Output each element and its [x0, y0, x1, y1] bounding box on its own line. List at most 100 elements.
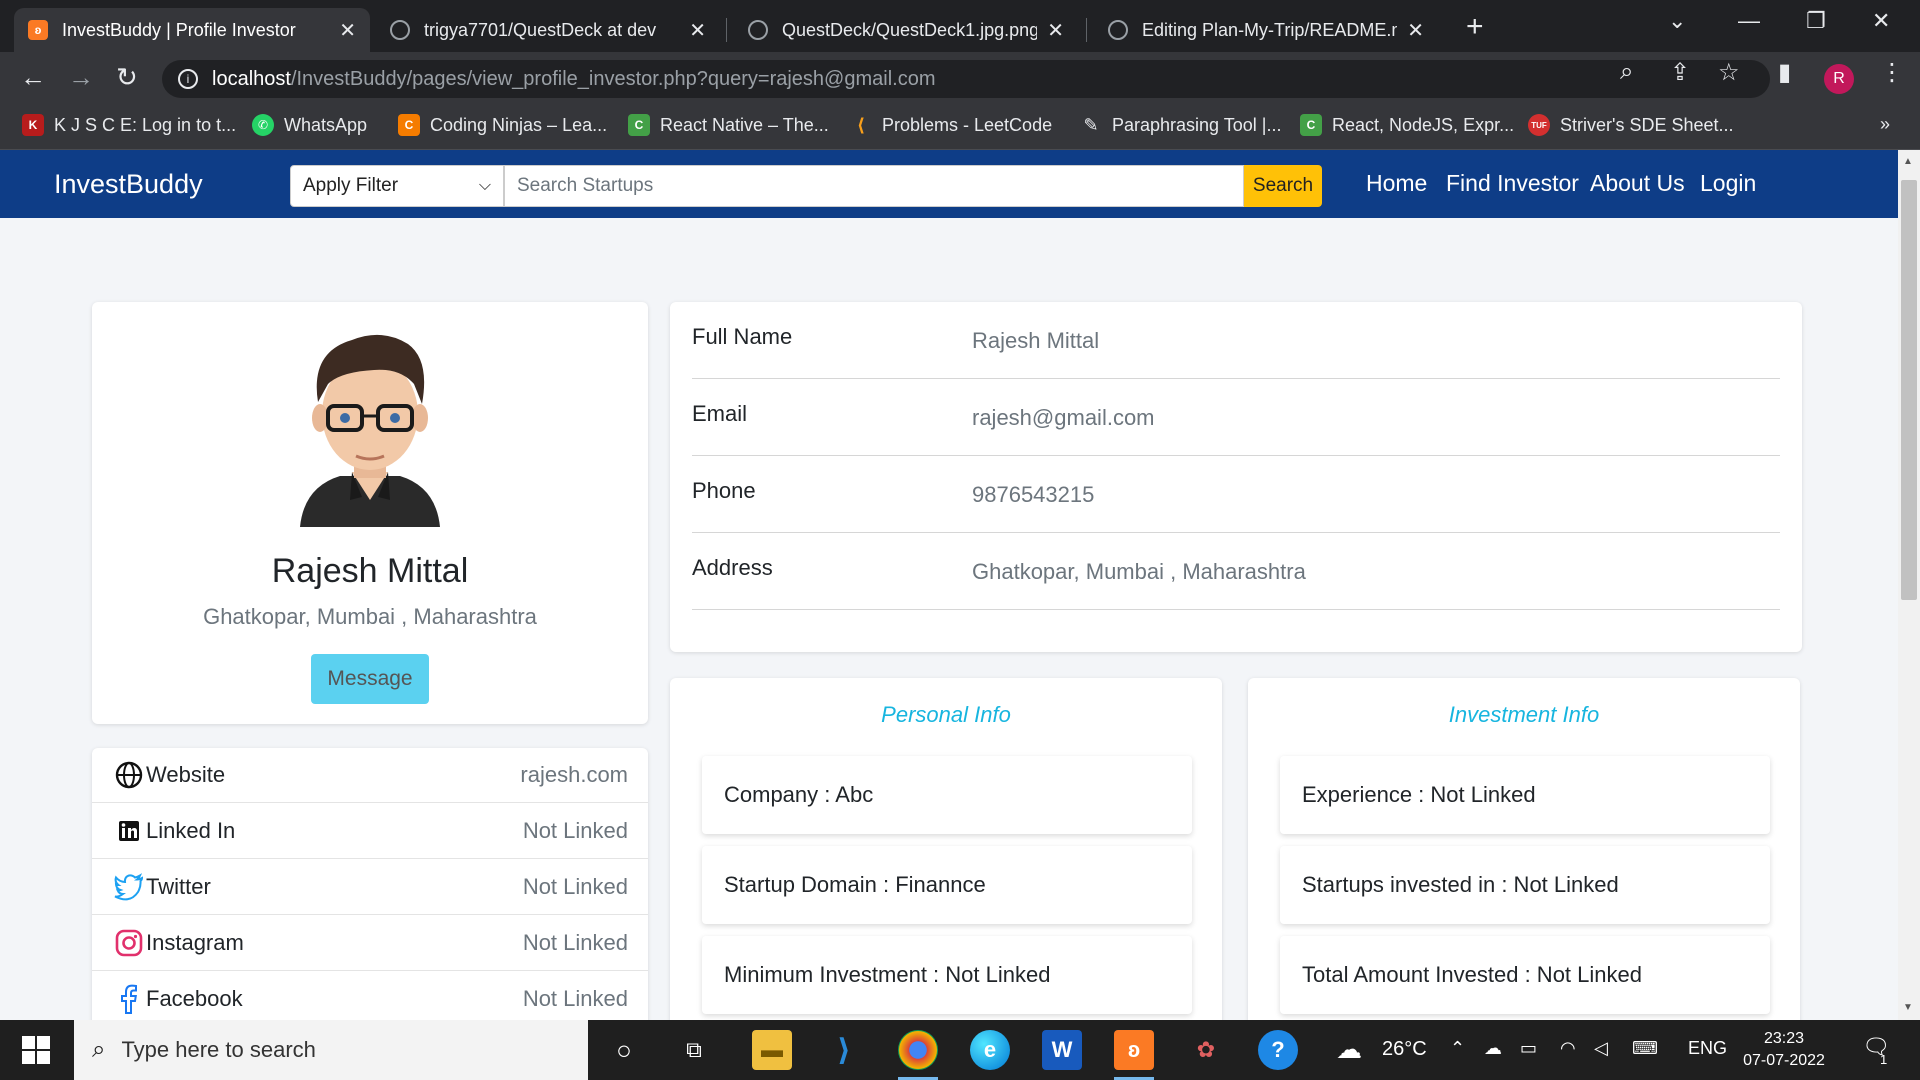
bookmark-react-node[interactable]: C React, NodeJS, Expr... — [1300, 114, 1514, 136]
more-bookmarks-icon[interactable]: » — [1880, 114, 1890, 135]
scroll-down-icon[interactable]: ▼ — [1903, 1002, 1913, 1013]
url-path: /InvestBuddy/pages/view_profile_investor… — [290, 67, 936, 90]
onedrive-icon[interactable]: ☁ — [1484, 1038, 1502, 1059]
nav-about-us[interactable]: About Us — [1590, 170, 1685, 197]
investment-info-heading: Investment Info — [1448, 702, 1600, 727]
minimize-icon[interactable]: — — [1738, 8, 1760, 34]
volume-icon[interactable]: ◁ — [1594, 1038, 1608, 1059]
message-button[interactable]: Message — [311, 654, 429, 704]
kjsce-icon: K — [22, 114, 44, 136]
reload-icon[interactable]: ↻ — [116, 62, 138, 93]
bookmark-whatsapp[interactable]: ✆ WhatsApp — [252, 114, 367, 136]
system-clock[interactable]: 23:23 07-07-2022 — [1732, 1028, 1836, 1072]
chrome-icon[interactable] — [898, 1030, 938, 1080]
search-button[interactable]: Search — [1244, 165, 1322, 207]
weather-cloud-icon[interactable]: ☁ — [1336, 1034, 1362, 1065]
detail-label: Email — [692, 401, 748, 426]
info-item-startups-invested: Startups invested in : Not Linked — [1280, 846, 1770, 924]
taskbar-search-placeholder: Type here to search — [121, 1037, 316, 1062]
file-explorer-icon[interactable]: ▬ — [752, 1030, 792, 1070]
info-item-startup-domain: Startup Domain : Finannce — [702, 846, 1192, 924]
wifi-icon[interactable]: ◠ — [1560, 1038, 1576, 1059]
bookmark-star-icon[interactable]: ☆ — [1718, 58, 1740, 87]
page-scrollbar[interactable]: ▲ ▼ — [1898, 150, 1920, 1020]
brand-logo[interactable]: InvestBuddy — [54, 169, 203, 200]
menu-icon[interactable]: ⋮ — [1880, 58, 1904, 87]
close-icon[interactable]: ✕ — [1047, 18, 1064, 43]
social-label: Website — [146, 762, 226, 787]
new-tab-icon[interactable]: + — [1466, 10, 1484, 44]
facebook-icon — [114, 984, 144, 1014]
keyboard-icon[interactable]: ⌨ — [1632, 1038, 1658, 1059]
tab-separator — [1086, 18, 1087, 42]
nav-find-investor[interactable]: Find Investor — [1446, 170, 1579, 197]
tab-search-chevron-icon[interactable]: ⌄ — [1668, 8, 1686, 34]
help-icon[interactable]: ? — [1258, 1030, 1298, 1070]
bookmark-kjsce[interactable]: KK J S C E: Log in to t... — [22, 114, 236, 136]
react-native-icon: C — [628, 114, 650, 136]
url-field[interactable]: i localhost/InvestBuddy/pages/view_profi… — [162, 60, 1770, 98]
tray-chevron-up-icon[interactable]: ⌃ — [1450, 1038, 1465, 1059]
edge-icon[interactable]: e — [970, 1030, 1010, 1070]
tab-title: trigya7701/QuestDeck at dev — [424, 19, 657, 40]
task-view-icon[interactable]: ⧉ — [674, 1030, 714, 1070]
forward-icon[interactable]: → — [68, 62, 94, 93]
profile-avatar[interactable]: R — [1824, 64, 1854, 94]
weather-temperature[interactable]: 26°C — [1382, 1038, 1427, 1061]
detail-value: Ghatkopar, Mumbai , Maharashtra — [972, 559, 1306, 584]
tuf-icon: TUF — [1528, 114, 1550, 136]
side-panel-icon[interactable]: ▮ — [1778, 58, 1791, 87]
close-icon[interactable]: ✕ — [339, 18, 356, 43]
social-row-facebook: Facebook Not Linked — [92, 972, 648, 1020]
tab-questdeck[interactable]: trigya7701/QuestDeck at dev ✕ — [376, 8, 720, 52]
social-value[interactable]: rajesh.com — [520, 762, 628, 788]
vscode-icon[interactable]: ⟩ — [824, 1030, 864, 1070]
browser-tab-bar: ʚ InvestBuddy | Profile Investor ✕ trigy… — [0, 0, 1920, 52]
scroll-up-icon[interactable]: ▲ — [1903, 156, 1913, 167]
xampp-icon: ʚ — [28, 20, 48, 40]
detail-label: Full Name — [692, 324, 793, 349]
tab-readme[interactable]: Editing Plan-My-Trip/README.m ✕ — [1094, 8, 1438, 52]
social-value: Not Linked — [522, 986, 628, 1011]
bookmark-striver[interactable]: TUF Striver's SDE Sheet... — [1528, 114, 1734, 136]
windows-start-icon[interactable] — [22, 1036, 50, 1064]
nav-login[interactable]: Login — [1700, 170, 1756, 197]
bookmark-react-native[interactable]: C React Native – The... — [628, 114, 829, 136]
chevron-down-icon: ⌵ — [478, 177, 491, 194]
paint-icon[interactable]: ✿ — [1186, 1030, 1226, 1070]
back-icon[interactable]: ← — [20, 62, 46, 93]
social-row-website: Website rajesh.com — [92, 748, 648, 803]
xampp-icon[interactable]: ʚ — [1114, 1030, 1154, 1080]
language-indicator[interactable]: ENG — [1688, 1038, 1727, 1059]
cortana-icon[interactable]: ○ — [604, 1030, 644, 1070]
battery-icon[interactable]: ▭ — [1520, 1038, 1537, 1059]
search-input[interactable]: Search Startups — [504, 165, 1244, 207]
word-icon[interactable]: W — [1042, 1030, 1082, 1070]
bookmark-coding-ninjas[interactable]: C Coding Ninjas – Lea... — [398, 114, 607, 136]
personal-info-card: Personal Info Company : Abc Startup Doma… — [670, 678, 1222, 1020]
personal-info-heading: Personal Info — [881, 702, 1011, 727]
share-icon[interactable]: ⇪ — [1670, 58, 1690, 87]
zoom-icon[interactable]: ⌕ — [1620, 58, 1633, 86]
site-info-icon[interactable]: i — [178, 69, 198, 89]
restore-icon[interactable]: ❐ — [1806, 8, 1826, 34]
social-links-card: Website rajesh.com Linked In Not Linked … — [92, 748, 648, 1020]
taskbar-search-input[interactable]: ⌕ Type here to search — [74, 1020, 588, 1080]
bookmark-paraphrasing[interactable]: ✎ Paraphrasing Tool |... — [1080, 114, 1281, 136]
close-icon[interactable]: ✕ — [1407, 18, 1424, 43]
nav-home[interactable]: Home — [1366, 170, 1427, 197]
social-label: Facebook — [146, 986, 243, 1011]
tab-investbuddy[interactable]: ʚ InvestBuddy | Profile Investor ✕ — [14, 8, 370, 52]
detail-row-full-name: Full Name Rajesh Mittal — [692, 302, 1780, 379]
github-icon — [748, 20, 768, 40]
window-close-icon[interactable]: ✕ — [1872, 8, 1890, 34]
tab-questdeck-image[interactable]: QuestDeck/QuestDeck1.jpg.png ✕ — [734, 8, 1078, 52]
bookmark-leetcode[interactable]: ⟨ Problems - LeetCode — [850, 114, 1052, 136]
detail-label: Phone — [692, 478, 756, 503]
close-icon[interactable]: ✕ — [689, 18, 706, 43]
info-item-company: Company : Abc — [702, 756, 1192, 834]
coding-ninjas-icon: C — [398, 114, 420, 136]
filter-select[interactable]: Apply Filter ⌵ — [290, 165, 504, 207]
scrollbar-thumb[interactable] — [1901, 180, 1917, 600]
site-navbar: InvestBuddy Apply Filter ⌵ Search Startu… — [0, 150, 1898, 218]
